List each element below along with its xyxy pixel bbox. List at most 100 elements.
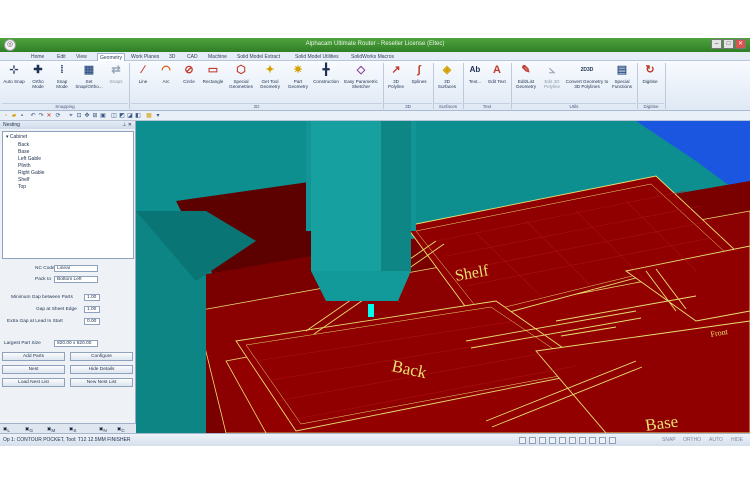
close-icon[interactable]: ✕ [735,39,746,49]
ribbon: ⊹ Auto Snap ✚ Ortho Mode ⁞ Snap Mode ▦ Set S… [0,61,750,111]
maximize-icon[interactable]: □ [723,39,734,49]
tree-item-back[interactable]: Back [18,142,29,148]
status-grid-icon[interactable] [519,437,526,444]
edit-text-button[interactable]: A Edit Text [486,63,508,103]
edit-3d-polyline-button[interactable]: ⦣ Edit 3D Polyline [540,63,564,103]
zoom-icon[interactable]: ⊡ [76,113,82,119]
configure-button[interactable]: Configure [70,352,133,361]
status-toolpath-icon[interactable] [599,437,606,444]
base-part-label: Base [644,412,679,433]
ortho-toggle[interactable]: ORTHO [683,437,701,443]
tool-icon[interactable]: ▦ [146,113,152,119]
tab-geometry[interactable]: Geometry [97,53,125,61]
status-workplane-icon[interactable] [559,437,566,444]
status-zoom-icon[interactable] [569,437,576,444]
splines-button[interactable]: ∫ Splines [408,63,430,103]
shaded-view-icon[interactable]: ◪ [127,113,133,119]
add-parts-button[interactable]: Add Parts [2,352,65,361]
redraw-icon[interactable]: ▣ [100,113,106,119]
zoom-extents-icon[interactable]: ⊞ [92,113,98,119]
tab-view[interactable]: View [76,53,87,61]
special-geometries-button[interactable]: ⬡ Special Geometries [227,63,255,103]
tab-solidworks-macros[interactable]: SolidWorks Macros [351,53,394,61]
open-folder-icon[interactable]: ▰ [11,113,17,119]
snaps-button[interactable]: ⇄ Snaps [105,63,127,103]
edit-list-geometry-button[interactable]: ✎ Edit/List Geometry [513,63,539,103]
tree-item-top[interactable]: Top [18,184,26,190]
isometric-view-icon[interactable]: ◩ [119,113,125,119]
tree-root-cabinet[interactable]: ▾ Cabinet [6,134,27,140]
load-nest-list-button[interactable]: Load Nest List [2,378,65,387]
panel-tab-g[interactable]: ▣ G [25,426,33,433]
new-nest-list-button[interactable]: New Nest List [70,378,133,387]
tab-work-planes[interactable]: Work Planes [131,53,159,61]
convert-geometry-button[interactable]: 2D3D Convert Geometry to 3D Polylines [565,63,609,103]
panel-tab-l[interactable]: ▣ L [3,426,10,433]
construction-button[interactable]: ╋ Construction [311,63,341,103]
pan-icon[interactable]: ✥ [84,113,90,119]
panel-tab-n[interactable]: ▣ N [99,426,107,433]
new-file-icon[interactable]: ▫ [3,113,9,119]
sheet-gap-input[interactable]: 1.00 [84,306,100,313]
status-shading-icon[interactable] [579,437,586,444]
status-units-icon[interactable] [529,437,536,444]
panel-tab-m[interactable]: ▣ M [47,426,55,433]
digitise-button[interactable]: ↻ Digitise [639,63,661,103]
text-button[interactable]: Ab Text... [465,63,485,103]
get-tool-geometry-button[interactable]: ✦ Get Tool Geometry [256,63,284,103]
tab-machine[interactable]: Machine [208,53,227,61]
snap-mode-button[interactable]: ⁞ Snap Mode [51,63,73,103]
easy-parametric-sketcher-button[interactable]: ◇ Easy Parametric Sketcher [341,63,381,103]
tree-item-plinth[interactable]: Plinth [18,163,31,169]
nest-button[interactable]: Nest [2,365,65,374]
tab-3d[interactable]: 3D [169,53,175,61]
save-icon[interactable]: ▪ [19,113,25,119]
special-functions-button[interactable]: ▤ Special Functions [609,63,635,103]
3d-polyline-button[interactable]: ↗ 3D Polyline [385,63,407,103]
tree-item-base[interactable]: Base [18,149,29,155]
delete-icon[interactable]: ✕ [46,113,52,119]
minimize-icon[interactable]: – [711,39,722,49]
line-button[interactable]: ∕ Line [132,63,154,103]
tree-item-right-gable[interactable]: Right Gable [18,170,44,176]
layers-icon[interactable]: ◫ [111,113,117,119]
arc-button[interactable]: ◠ Arc [155,63,177,103]
rectangle-button[interactable]: ▭ Rectangle [200,63,226,103]
circle-button[interactable]: ⊘ Circle [178,63,200,103]
status-settings-icon[interactable] [609,437,616,444]
ortho-mode-button[interactable]: ✚ Ortho Mode [27,63,49,103]
nc-code-select[interactable]: Linear [54,265,98,272]
customize-qat-icon[interactable]: ▾ [155,113,161,119]
panel-tab-s[interactable]: ▣ S [69,426,76,433]
lead-gap-input[interactable]: 0.00 [84,318,100,325]
auto-snap-button[interactable]: ⊹ Auto Snap [3,63,25,103]
tab-home[interactable]: Home [31,53,44,61]
select-icon[interactable]: ⌖ [68,113,74,119]
status-layers-icon[interactable] [539,437,546,444]
panel-tab-c[interactable]: ▣ C [117,426,125,433]
3d-surfaces-button[interactable]: ◈ 3D Surfaces [435,63,459,103]
min-gap-input[interactable]: 1.00 [84,294,100,301]
refresh-icon[interactable]: ⟳ [55,113,61,119]
tab-cad[interactable]: CAD [187,53,198,61]
undo-icon[interactable]: ↶ [30,113,36,119]
pack-to-select[interactable]: Bottom Left [54,276,98,283]
part-geometry-button[interactable]: ✷ Part Geometry [285,63,311,103]
hide-toggle[interactable]: HIDE [731,437,743,443]
tab-solid-model-extract[interactable]: Solid Model Extract [237,53,280,61]
tab-solid-model-utilities[interactable]: Solid Model Utilities [295,53,339,61]
polyline-3d-icon: ↗ [391,64,401,76]
set-snap-ortho-button[interactable]: ▦ Set Snap/Ortho... [75,63,103,103]
auto-toggle[interactable]: AUTO [709,437,723,443]
redo-icon[interactable]: ↷ [38,113,44,119]
tree-item-left-gable[interactable]: Left Gable [18,156,41,162]
3d-viewport[interactable]: Shelf Back Base Front [136,121,750,433]
status-selection-icon[interactable] [589,437,596,444]
tree-item-shelf[interactable]: Shelf [18,177,29,183]
wireframe-view-icon[interactable]: ◧ [135,113,141,119]
hide-details-button[interactable]: Hide Details [70,365,133,374]
status-view-icon[interactable] [549,437,556,444]
pin-close-icon[interactable]: ⊥ ✕ [122,121,132,129]
tab-edit[interactable]: Edit [57,53,66,61]
snap-toggle[interactable]: SNAP [662,437,676,443]
